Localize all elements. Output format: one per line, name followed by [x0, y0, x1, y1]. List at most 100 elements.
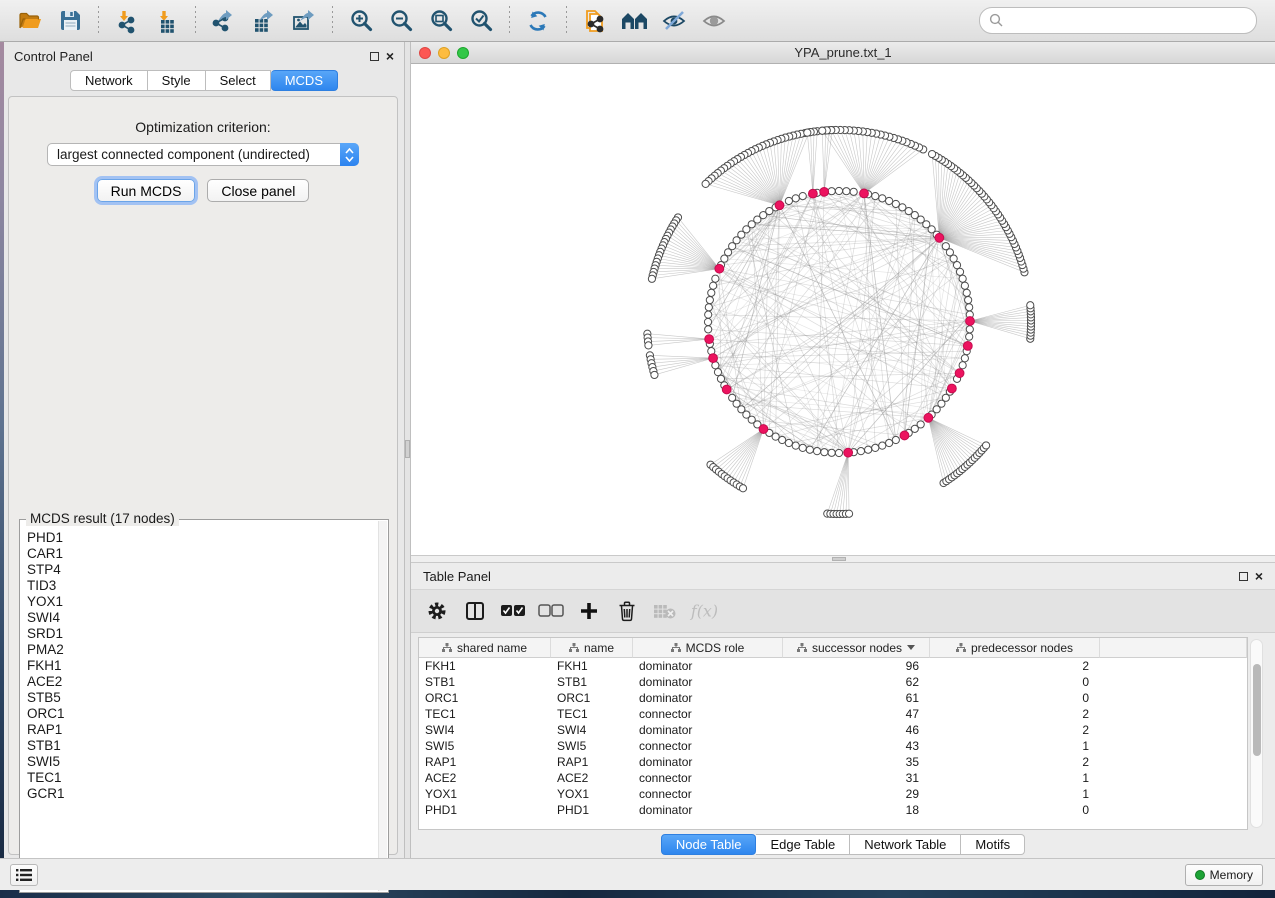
mcds-result-item[interactable]: FKH1 [27, 658, 378, 674]
mcds-result-item[interactable]: TEC1 [27, 770, 378, 786]
tab-style[interactable]: Style [148, 70, 206, 91]
table-cell[interactable]: STB1 [419, 674, 551, 690]
table-row[interactable]: ACE2ACE2connector311 [419, 770, 1247, 786]
table-cell[interactable]: connector [633, 738, 783, 754]
network-node[interactable] [785, 197, 792, 204]
column-header-MCDS-role[interactable]: MCDS role [633, 638, 783, 658]
table-cell[interactable]: ACE2 [551, 770, 633, 786]
network-node[interactable] [806, 446, 813, 453]
table-cell[interactable]: 1 [930, 786, 1100, 802]
network-node[interactable] [648, 275, 655, 282]
dominator-node[interactable] [808, 189, 817, 198]
table-cell[interactable]: STB1 [551, 674, 633, 690]
table-cell[interactable]: FKH1 [419, 658, 551, 674]
network-node[interactable] [942, 243, 949, 250]
table-cell[interactable]: 1 [930, 738, 1100, 754]
table-row[interactable]: STB1STB1dominator620 [419, 674, 1247, 690]
network-node[interactable] [708, 289, 715, 296]
tab-edge-table[interactable]: Edge Table [756, 834, 850, 855]
network-node[interactable] [799, 193, 806, 200]
unselect-all-columns-icon[interactable] [537, 597, 565, 625]
zoom-fit-content-icon[interactable] [424, 4, 458, 38]
network-node[interactable] [892, 436, 899, 443]
network-node[interactable] [706, 296, 713, 303]
table-cell[interactable]: connector [633, 706, 783, 722]
table-cell[interactable]: connector [633, 770, 783, 786]
table-cell[interactable]: 0 [930, 802, 1100, 818]
dominator-node[interactable] [715, 264, 724, 273]
table-cell[interactable]: 61 [783, 690, 930, 706]
table-cell[interactable]: 46 [783, 722, 930, 738]
memory-button[interactable]: Memory [1185, 864, 1263, 886]
network-window-titlebar[interactable]: YPA_prune.txt_1 [411, 42, 1275, 64]
network-node[interactable] [886, 439, 893, 446]
select-all-columns-icon[interactable] [499, 597, 527, 625]
zoom-in-icon[interactable] [344, 4, 378, 38]
tab-network[interactable]: Network [70, 70, 148, 91]
table-row[interactable]: TEC1TEC1connector472 [419, 706, 1247, 722]
export-image-icon[interactable] [287, 4, 321, 38]
table-cell[interactable]: TEC1 [551, 706, 633, 722]
show-all-hidden-icon[interactable] [698, 4, 732, 38]
save-session-icon[interactable] [53, 4, 87, 38]
show-first-neighbors-icon[interactable] [618, 4, 652, 38]
table-cell[interactable]: 43 [783, 738, 930, 754]
network-node[interactable] [792, 195, 799, 202]
network-node[interactable] [712, 275, 719, 282]
dominator-node[interactable] [924, 413, 933, 422]
table-cell[interactable]: 1 [930, 770, 1100, 786]
network-node[interactable] [865, 446, 872, 453]
network-node[interactable] [963, 289, 970, 296]
table-cell[interactable]: SWI4 [551, 722, 633, 738]
dominator-node[interactable] [900, 431, 909, 440]
network-node[interactable] [857, 448, 864, 455]
mcds-result-item[interactable]: SWI4 [27, 610, 378, 626]
vertical-split-divider[interactable] [404, 42, 411, 858]
float-table-panel-icon[interactable] [1239, 572, 1248, 581]
column-header-predecessor-nodes[interactable]: predecessor nodes [930, 638, 1100, 658]
table-cell[interactable]: 96 [783, 658, 930, 674]
show-column-icon[interactable] [461, 597, 489, 625]
export-network-icon[interactable] [207, 4, 241, 38]
network-node[interactable] [966, 326, 973, 333]
table-cell[interactable]: dominator [633, 674, 783, 690]
network-node[interactable] [828, 188, 835, 195]
float-panel-icon[interactable] [370, 52, 379, 61]
mcds-result-item[interactable]: ACE2 [27, 674, 378, 690]
network-node[interactable] [879, 195, 886, 202]
dominator-node[interactable] [759, 425, 768, 434]
network-node[interactable] [785, 439, 792, 446]
dominator-node[interactable] [860, 189, 869, 198]
column-header-name[interactable]: name [551, 638, 633, 658]
network-node[interactable] [928, 150, 935, 157]
mcds-result-item[interactable]: CAR1 [27, 546, 378, 562]
tab-node-table[interactable]: Node Table [661, 834, 757, 855]
dominator-node[interactable] [963, 341, 972, 350]
mcds-result-item[interactable]: STB1 [27, 738, 378, 754]
table-cell[interactable]: 35 [783, 754, 930, 770]
network-node[interactable] [917, 421, 924, 428]
network-node[interactable] [792, 442, 799, 449]
dominator-node[interactable] [775, 201, 784, 210]
network-node[interactable] [845, 510, 852, 517]
table-cell[interactable]: 31 [783, 770, 930, 786]
network-node[interactable] [843, 188, 850, 195]
network-node[interactable] [982, 442, 989, 449]
network-node[interactable] [850, 188, 857, 195]
zoom-selected-region-icon[interactable] [464, 4, 498, 38]
network-node[interactable] [956, 268, 963, 275]
network-node[interactable] [961, 355, 968, 362]
dominator-node[interactable] [722, 385, 731, 394]
table-cell[interactable]: SWI5 [551, 738, 633, 754]
network-node[interactable] [966, 333, 973, 340]
column-header-shared-name[interactable]: shared name [419, 638, 551, 658]
optimization-criterion-select[interactable]: largest connected component (undirected) [47, 143, 359, 166]
table-cell[interactable]: RAP1 [551, 754, 633, 770]
window-close-icon[interactable] [419, 47, 431, 59]
mcds-list-scrollbar[interactable] [378, 521, 387, 891]
table-cell[interactable]: dominator [633, 802, 783, 818]
dominator-node[interactable] [820, 187, 829, 196]
mcds-result-item[interactable]: GCR1 [27, 786, 378, 802]
mcds-result-item[interactable]: STP4 [27, 562, 378, 578]
network-node[interactable] [710, 282, 717, 289]
